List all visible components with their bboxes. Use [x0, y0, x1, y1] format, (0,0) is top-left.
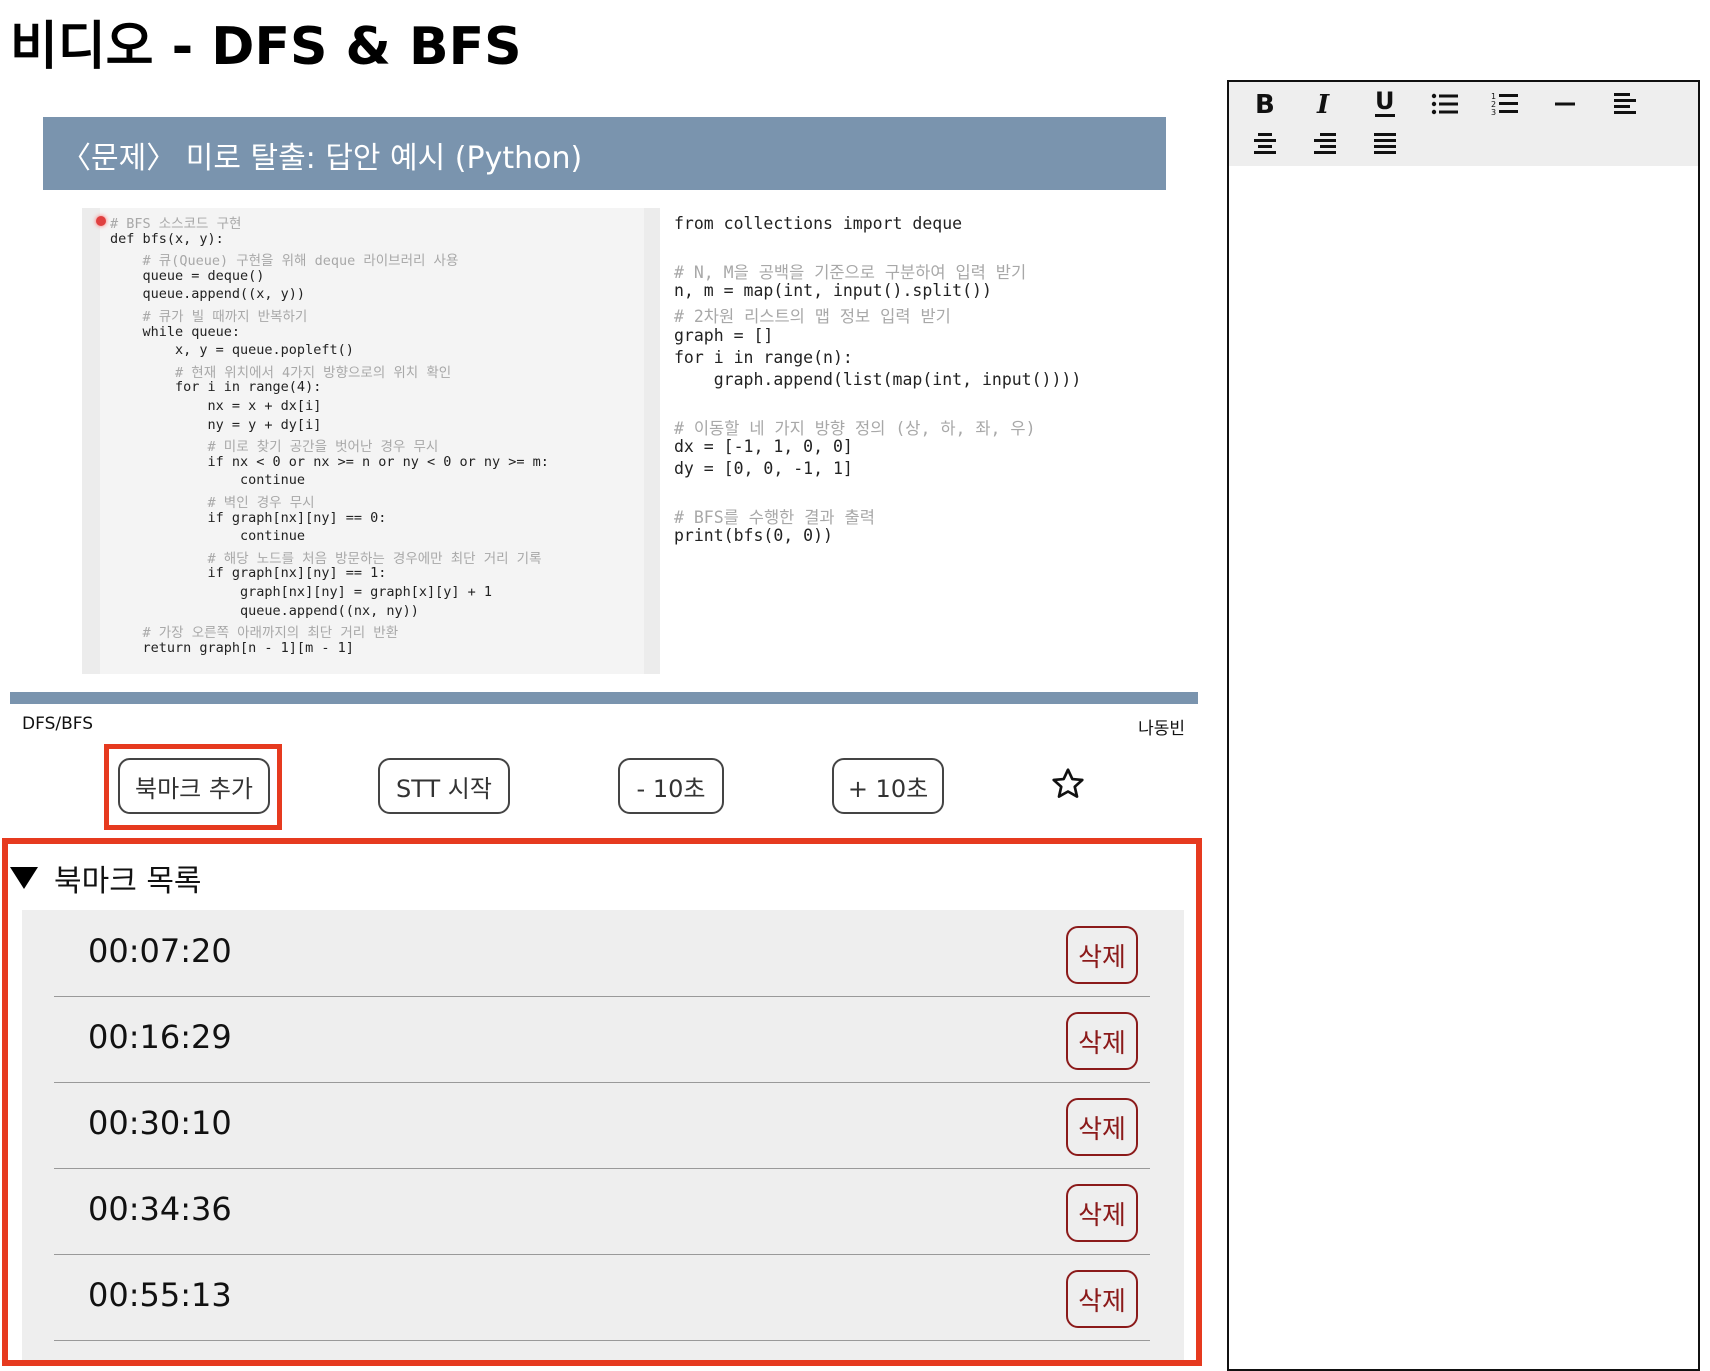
star-icon[interactable]: [1050, 766, 1086, 802]
forward-10s-button[interactable]: + 10초: [832, 758, 944, 814]
code-line: queue.append((x, y)): [110, 286, 306, 303]
code-line: # 가장 오른쪽 아래까지의 최단 거리 반환: [110, 625, 399, 642]
code-line: if graph[nx][ny] == 1:: [110, 565, 387, 582]
code-line: def bfs(x, y):: [110, 230, 224, 247]
code-line: continue: [110, 472, 306, 489]
note-editor[interactable]: B I U 123: [1227, 80, 1700, 1371]
code-line: ny = y + dy[i]: [110, 416, 322, 433]
triangle-down-icon: [10, 867, 38, 889]
code-line: # 2차원 리스트의 맵 정보 입력 받기: [674, 307, 951, 327]
stt-start-button[interactable]: STT 시작: [378, 758, 510, 814]
code-line: # 현재 위치에서 4가지 방향으로의 위치 확인: [110, 364, 452, 381]
code-block-right: from collections import deque # N, M을 공백을…: [644, 208, 1096, 674]
numbered-list-icon[interactable]: 123: [1485, 86, 1525, 122]
code-line: graph[nx][ny] = graph[x][y] + 1: [110, 584, 493, 600]
svg-text:I: I: [1316, 91, 1330, 117]
bookmark-list-title: 북마크 목록: [54, 864, 202, 899]
code-line: n, m = map(int, input().split()): [674, 280, 992, 300]
code-line: nx = x + dx[i]: [110, 398, 322, 414]
code-line: for i in range(4):: [110, 379, 322, 396]
code-line: graph = []: [674, 325, 774, 345]
code-line: # 해당 노드를 처음 방문하는 경우에만 최단 거리 기록: [110, 550, 542, 567]
page-title: 비디오 - DFS & BFS: [10, 17, 522, 77]
code-line: dy = [0, 0, -1, 1]: [674, 459, 853, 479]
svg-text:B: B: [1255, 91, 1275, 117]
bookmark-row[interactable]: 00:30:10 삭제: [54, 1082, 1150, 1169]
video-category: DFS/BFS: [22, 714, 94, 734]
code-line: if graph[nx][ny] == 0:: [110, 509, 387, 526]
bookmark-row[interactable]: 00:34:36 삭제: [54, 1168, 1150, 1255]
code-line: if nx < 0 or nx >= n or ny < 0 or ny >= …: [110, 453, 549, 470]
code-line: # 큐가 빌 때까지 반복하기: [110, 309, 308, 325]
code-line: queue = deque(): [110, 267, 265, 284]
delete-bookmark-button[interactable]: 삭제: [1066, 1270, 1138, 1328]
bullet-list-icon[interactable]: [1425, 86, 1465, 122]
align-center-icon[interactable]: [1245, 126, 1285, 162]
editor-content-area[interactable]: [1229, 166, 1698, 1369]
bookmark-timestamp[interactable]: 00:16:29: [88, 1018, 232, 1056]
code-line: return graph[n - 1][m - 1]: [110, 639, 354, 656]
delete-bookmark-button[interactable]: 삭제: [1066, 1098, 1138, 1156]
code-line: queue.append((nx, ny)): [110, 602, 419, 619]
code-line: # N, M을 공백을 기준으로 구분하여 입력 받기: [674, 262, 1027, 282]
code-line: # 벽인 경우 무시: [110, 495, 315, 511]
bookmark-list-toggle[interactable]: 북마크 목록: [10, 856, 202, 900]
add-bookmark-button[interactable]: 북마크 추가: [118, 758, 270, 814]
bookmark-timestamp[interactable]: 00:30:10: [88, 1104, 232, 1142]
code-line: # BFS 소스코드 구현: [110, 216, 242, 232]
slide-title: 〈문제〉 미로 탈출: 답안 예시 (Python): [61, 141, 583, 176]
italic-icon[interactable]: I: [1305, 86, 1345, 122]
editor-toolbar: B I U 123: [1229, 82, 1698, 166]
code-line: print(bfs(0, 0)): [674, 526, 833, 546]
cursor-dot-icon: [96, 216, 106, 226]
slide-title-banner: 〈문제〉 미로 탈출: 답안 예시 (Python): [43, 117, 1166, 190]
code-line: while queue:: [110, 323, 241, 340]
bookmark-list: 00:07:20 삭제 00:16:29 삭제 00:30:10 삭제 00:34:36 삭제…: [22, 910, 1184, 1360]
underline-icon[interactable]: U: [1365, 86, 1405, 122]
bookmark-row[interactable]: 00:07:20 삭제: [54, 910, 1150, 997]
delete-bookmark-button[interactable]: 삭제: [1066, 926, 1138, 984]
horizontal-rule-icon[interactable]: [1545, 86, 1585, 122]
code-line: from collections import deque: [674, 214, 963, 233]
code-line: dx = [-1, 1, 0, 0]: [674, 437, 853, 456]
svg-text:3: 3: [1491, 108, 1496, 117]
align-justify-icon[interactable]: [1365, 126, 1405, 162]
code-line: graph.append(list(map(int, input()))): [674, 370, 1082, 390]
code-line: # 이동할 네 가지 방향 정의 (상, 하, 좌, 우): [674, 418, 1036, 438]
rewind-10s-button[interactable]: - 10초: [618, 758, 724, 814]
bookmark-row[interactable]: 00:55:13 삭제: [54, 1254, 1150, 1341]
svg-text:U: U: [1375, 89, 1395, 115]
code-line: # 큐(Queue) 구현을 위해 deque 라이브러리 사용: [110, 253, 459, 270]
code-line: x, y = queue.popleft(): [110, 342, 354, 359]
bookmark-timestamp[interactable]: 00:07:20: [88, 932, 232, 970]
code-block-left: # BFS 소스코드 구현 def bfs(x, y): # 큐(Queue) 구…: [82, 208, 652, 674]
bookmark-row[interactable]: 00:16:29 삭제: [54, 996, 1150, 1083]
video-progress-bar[interactable]: [10, 692, 1198, 704]
bookmark-timestamp[interactable]: 00:34:36: [88, 1190, 232, 1228]
code-line: continue: [110, 528, 306, 545]
delete-bookmark-button[interactable]: 삭제: [1066, 1184, 1138, 1242]
bold-icon[interactable]: B: [1245, 86, 1285, 122]
align-left-icon[interactable]: [1605, 86, 1645, 122]
video-author: 나동빈: [1138, 719, 1185, 739]
align-right-icon[interactable]: [1305, 126, 1345, 162]
code-line: # BFS를 수행한 결과 출력: [674, 507, 875, 527]
bookmark-timestamp[interactable]: 00:55:13: [88, 1276, 232, 1314]
code-line: # 미로 찾기 공간을 벗어난 경우 무시: [110, 439, 439, 456]
delete-bookmark-button[interactable]: 삭제: [1066, 1012, 1138, 1070]
code-line: for i in range(n):: [674, 347, 853, 367]
video-player[interactable]: 〈문제〉 미로 탈출: 답안 예시 (Python) # BFS 소스코드 구현…: [10, 78, 1198, 706]
